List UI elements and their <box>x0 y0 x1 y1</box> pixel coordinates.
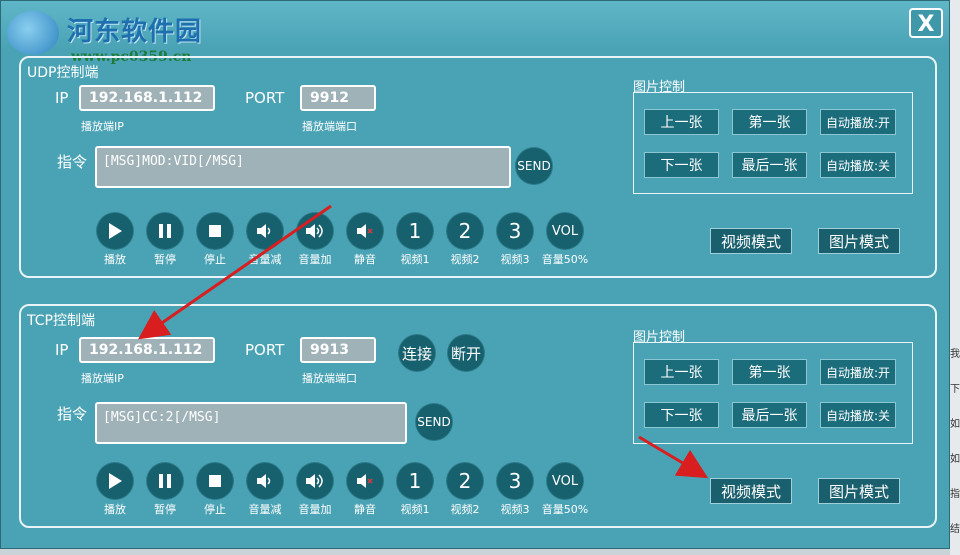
annotation-arrow-to-tcp-ip <box>138 204 332 340</box>
strip-char: 结 <box>950 524 960 535</box>
background-window-strip: 我 下 如 如 指 结 <box>950 0 960 555</box>
strip-char: 如 <box>950 419 960 430</box>
annotation-arrows <box>138 204 709 479</box>
controller-window: 河东软件园 X www.pc0359.cn UDP控制端 IP 192.168.… <box>0 0 950 549</box>
strip-char: 指 <box>950 489 960 500</box>
strip-char: 下 <box>950 384 960 395</box>
strip-char: 我 <box>950 349 960 360</box>
strip-char: 如 <box>950 454 960 465</box>
annotation-arrow-to-video-mode <box>638 435 709 479</box>
